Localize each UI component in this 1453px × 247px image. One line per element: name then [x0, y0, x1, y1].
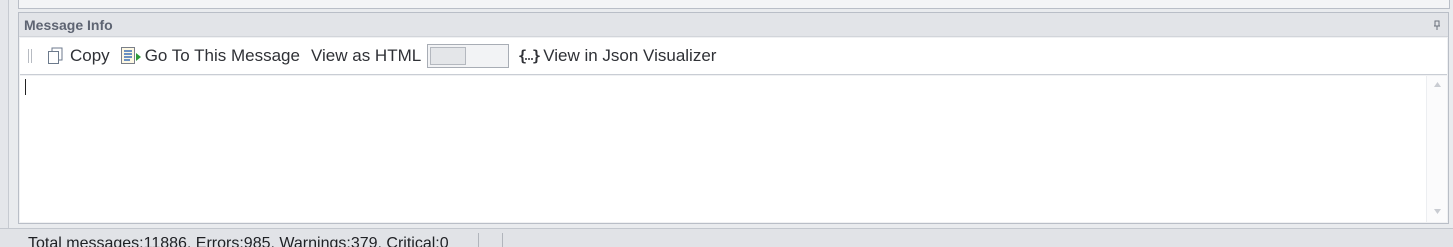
left-dock-strip: [0, 0, 9, 247]
copy-icon: [47, 47, 70, 65]
status-bar: Total messages:11886, Errors:985, Warnin…: [0, 228, 1453, 247]
copy-label: Copy: [70, 46, 110, 65]
message-toolbar: Copy Go To This Message View as HTML {V…: [20, 38, 1447, 75]
panel-caption: Message Info: [19, 13, 1448, 37]
panel-title: Message Info: [24, 16, 113, 33]
json-visualizer-label: View in Json Visualizer: [543, 46, 717, 65]
message-info-panel: Message Info Copy Go To This Message Vie…: [18, 12, 1449, 224]
text-caret: [25, 79, 26, 95]
message-text-area[interactable]: [20, 76, 1447, 222]
scroll-up-arrow-icon[interactable]: [1434, 82, 1441, 87]
status-message-counts: Total messages:11886, Errors:985, Warnin…: [28, 235, 449, 247]
status-separator: [502, 233, 503, 247]
svg-text:}: }: [532, 47, 540, 65]
json-braces-icon: { }: [518, 47, 543, 65]
vertical-scrollbar[interactable]: [1426, 76, 1447, 222]
toolbar-grip[interactable]: [28, 49, 33, 63]
toggle-knob: [430, 47, 467, 65]
copy-button[interactable]: Copy: [47, 41, 110, 71]
view-as-html-label: View as HTML: [310, 46, 422, 65]
view-as-html-toggle[interactable]: [427, 44, 510, 68]
status-separator: [478, 233, 479, 247]
scroll-down-arrow-icon[interactable]: [1434, 209, 1441, 214]
go-to-message-button[interactable]: Go To This Message: [120, 41, 300, 71]
go-to-message-label: Go To This Message: [144, 46, 300, 65]
view-in-json-visualizer-button[interactable]: { } View in Json Visualizer: [518, 41, 716, 71]
go-to-message-icon: [120, 46, 145, 66]
pin-icon[interactable]: [1432, 20, 1442, 30]
svg-text:{: {: [518, 47, 527, 65]
upper-panel-edge: [18, 0, 1450, 9]
